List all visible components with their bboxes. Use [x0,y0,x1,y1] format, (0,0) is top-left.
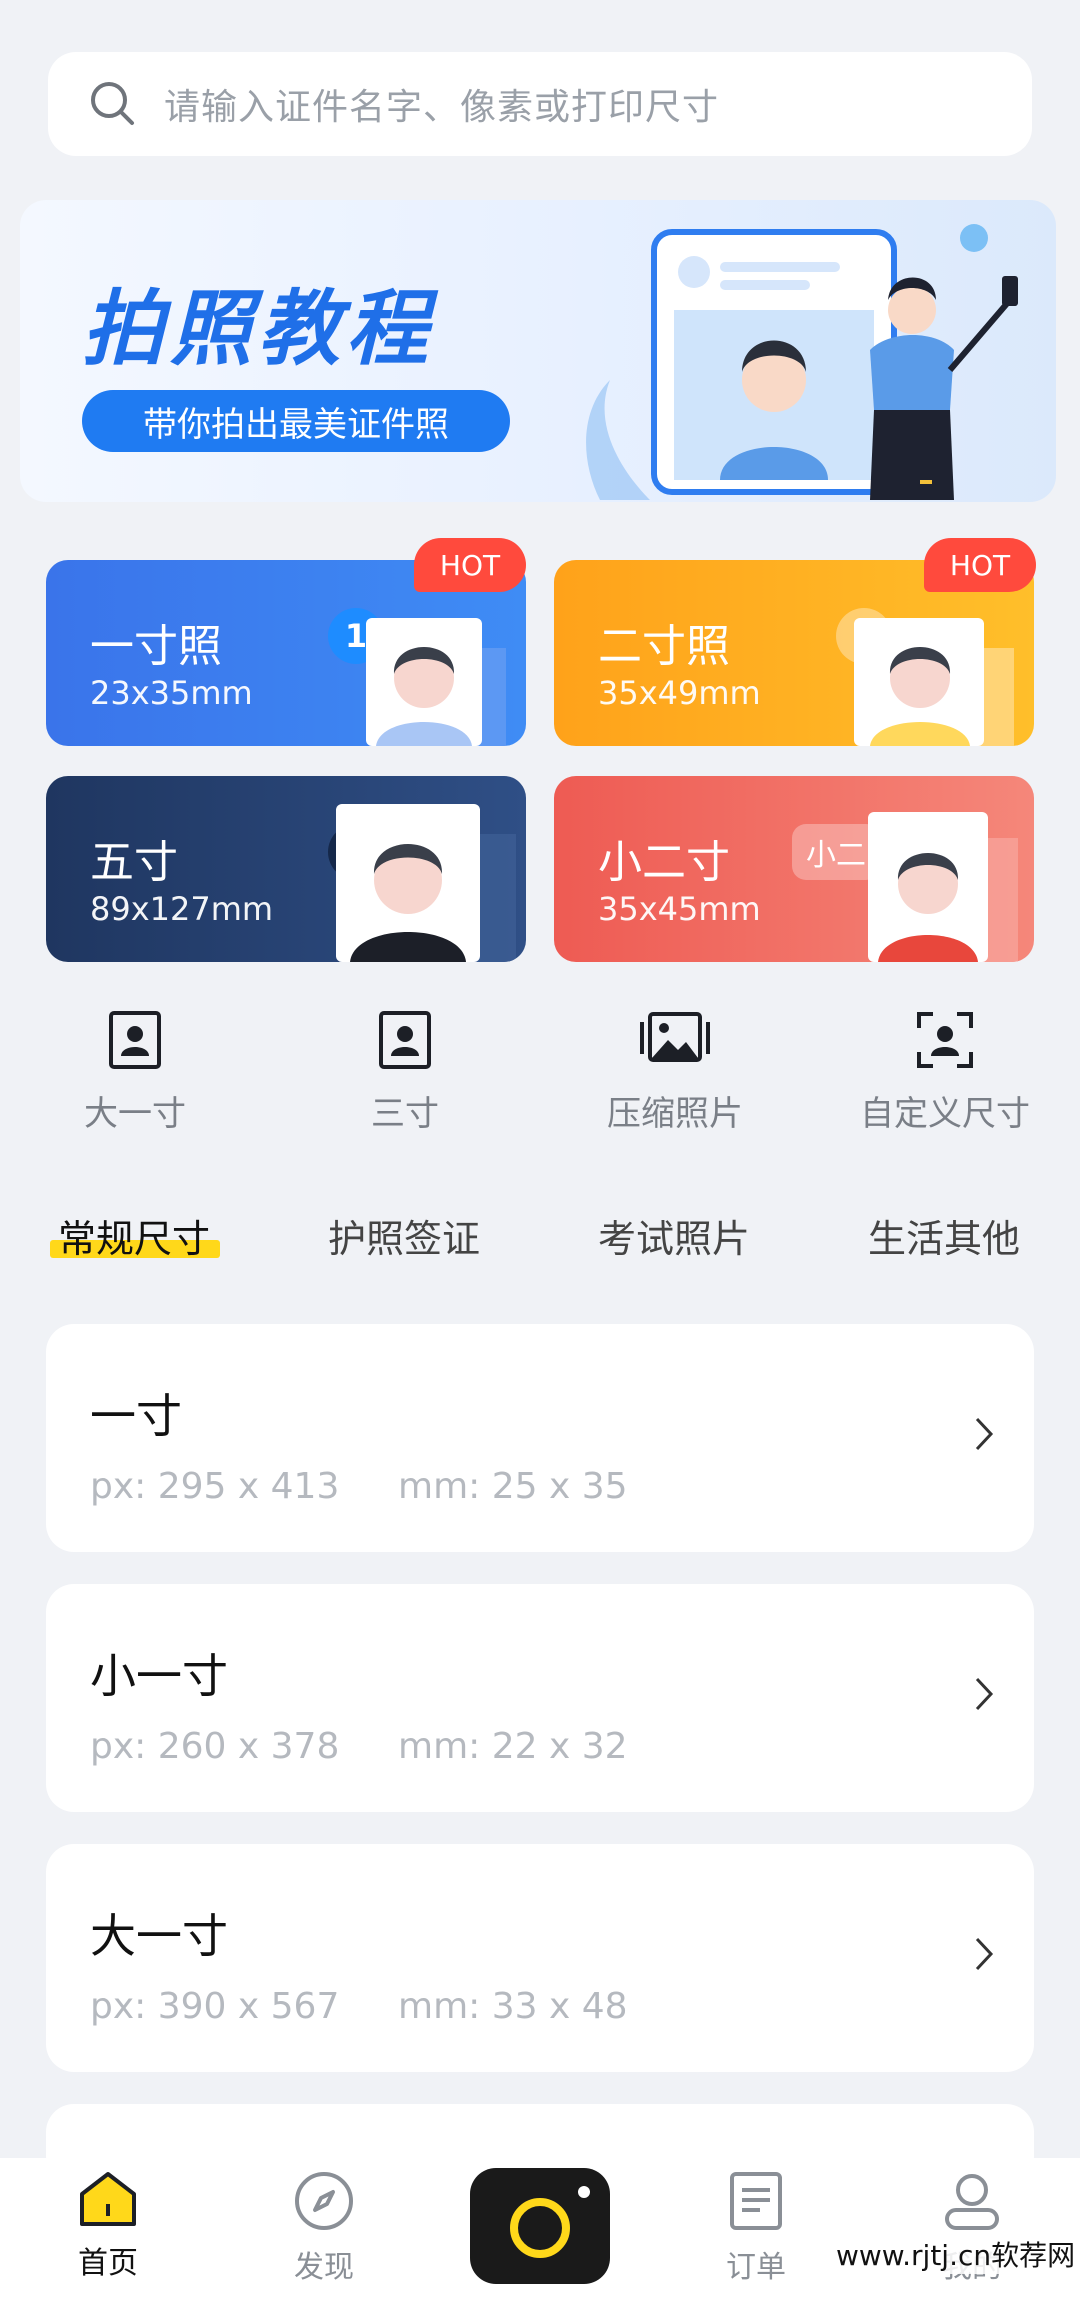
image-compress-icon [640,1012,710,1062]
camera-icon [510,2186,590,2258]
item-px: px: 390 x 567 [90,1986,340,2027]
item-name: 小一寸 [90,1649,228,1703]
card-dim: 35x45mm [598,890,761,928]
nav-label: 发现 [294,2250,354,2285]
hot-badge: HOT [924,538,1036,592]
custom-frame-icon [917,1012,973,1068]
item-mm: mm: 25 x 35 [398,1466,628,1507]
quick-three-inch[interactable]: 三寸 [270,1010,540,1135]
banner-illustration [586,224,1018,500]
portrait-thumbnail [366,618,506,746]
list-item[interactable]: 一寸 px: 295 x 413 mm: 25 x 35 [46,1324,1034,1552]
quick-label: 自定义尺寸 [860,1094,1030,1134]
banner-subtitle: 带你拍出最美证件照 [82,390,510,452]
item-mm: mm: 33 x 48 [398,1986,628,2027]
search-placeholder: 请输入证件名字、像素或打印尺寸 [164,87,720,128]
chevron-right-icon [975,1937,994,1971]
tutorial-banner[interactable]: 拍照教程 带你拍出最美证件照 [20,200,1056,502]
quick-label: 大一寸 [84,1094,186,1134]
tab-passport-visa[interactable]: 护照签证 [328,1208,480,1263]
list-item[interactable]: 大一寸 px: 390 x 567 mm: 33 x 48 [46,1844,1034,2072]
watermark: www.rjtj.cn软荐网 [836,2234,1076,2274]
nav-orders[interactable]: 订单 [686,2170,826,2286]
portrait-thumbnail [336,804,516,962]
card-dim: 35x49mm [598,674,761,712]
card-five-inch[interactable]: 五寸 89x127mm 5 [46,776,526,962]
card-name: 二寸照 [598,621,730,672]
card-small-two-inch[interactable]: 小二寸 35x45mm 小二 [554,776,1034,962]
search-icon [91,82,134,125]
search-bar[interactable]: 请输入证件名字、像素或打印尺寸 [48,52,1032,156]
nav-label: 订单 [726,2250,786,2285]
item-px: px: 260 x 378 [90,1726,340,1767]
hot-badge: HOT [414,538,526,592]
portrait-icon [379,1011,431,1069]
banner-title: 拍照教程 [82,282,434,377]
chevron-right-icon [975,1417,994,1451]
card-name: 一寸照 [90,621,222,672]
item-name: 大一寸 [90,1909,228,1963]
portrait-thumbnail [854,618,1014,746]
quick-label: 三寸 [371,1094,439,1134]
camera-button[interactable] [470,2168,610,2284]
portrait-thumbnail [868,812,1018,962]
item-px: px: 295 x 413 [90,1466,340,1507]
nav-label: 首页 [78,2246,138,2281]
portrait-icon [109,1011,161,1069]
quick-large-one-inch[interactable]: 大一寸 [0,1010,270,1135]
tab-regular-size[interactable]: 常规尺寸 [58,1208,210,1263]
nav-home[interactable]: 首页 [38,2170,178,2282]
quick-label: 压缩照片 [607,1094,743,1134]
tab-exam-photo[interactable]: 考试照片 [598,1208,750,1263]
item-mm: mm: 22 x 32 [398,1726,628,1767]
quick-compress-photo[interactable]: 压缩照片 [540,1010,810,1135]
card-dim: 23x35mm [90,674,253,712]
compass-icon [295,2172,353,2230]
profile-icon [945,2174,999,2230]
card-tag-badge: 小二 [792,824,880,880]
card-name: 五寸 [90,837,178,888]
home-icon [80,2172,136,2226]
quick-custom-size[interactable]: 自定义尺寸 [810,1010,1080,1135]
tab-life-other[interactable]: 生活其他 [868,1208,1020,1263]
chevron-right-icon [975,1677,994,1711]
item-name: 一寸 [90,1389,182,1443]
list-item[interactable]: 小一寸 px: 260 x 378 mm: 22 x 32 [46,1584,1034,1812]
card-dim: 89x127mm [90,890,274,928]
nav-discover[interactable]: 发现 [254,2170,394,2286]
card-name: 小二寸 [598,837,730,888]
order-icon [730,2172,782,2230]
